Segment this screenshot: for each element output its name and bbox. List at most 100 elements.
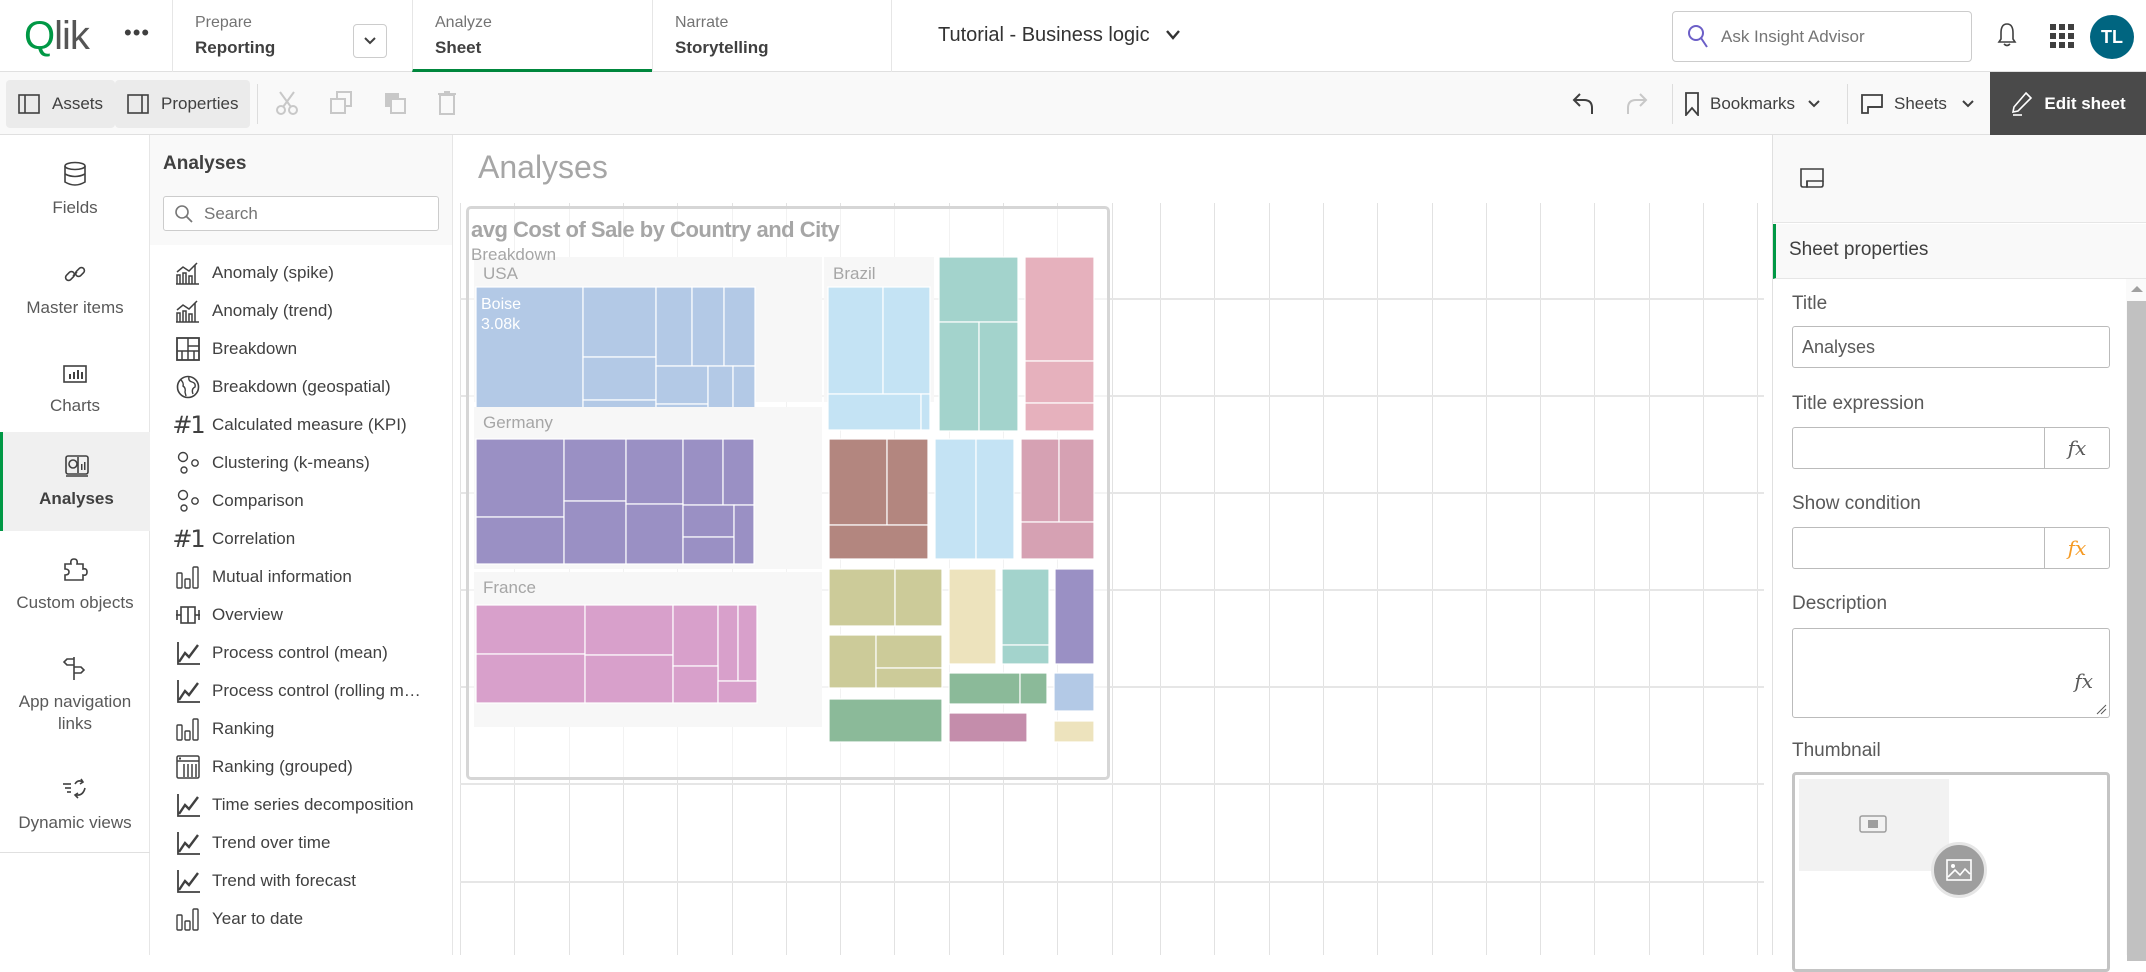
- treemap-cell-germany[interactable]: [475, 516, 565, 565]
- avatar[interactable]: TL: [2090, 15, 2134, 59]
- treemap-cell[interactable]: [828, 698, 943, 743]
- treemap-cell[interactable]: [828, 438, 888, 526]
- treemap-cell[interactable]: [828, 634, 877, 689]
- paste-button[interactable]: [382, 90, 408, 121]
- treemap-cell-france[interactable]: [584, 604, 674, 656]
- tab-analyze[interactable]: Analyze Sheet: [412, 0, 652, 72]
- analysis-item[interactable]: Trend with forecast: [175, 862, 445, 900]
- description-fx-button[interactable]: fx: [2074, 669, 2093, 693]
- treemap-cell-usa[interactable]: [691, 286, 725, 367]
- treemap-cell[interactable]: [1053, 672, 1095, 712]
- apps-menu-button[interactable]: [2050, 24, 2074, 53]
- treemap-cell-france[interactable]: [717, 680, 758, 704]
- treemap-cell-usa[interactable]: [655, 286, 693, 367]
- treemap-cell[interactable]: [978, 321, 1019, 432]
- title-expression-fx-button[interactable]: fx: [2044, 428, 2109, 468]
- app-title[interactable]: Tutorial - Business logic: [938, 24, 1181, 47]
- analysis-item[interactable]: Ranking: [175, 710, 445, 748]
- treemap-chart[interactable]: USA Boise 3.08k Germany France Brazil avg Cos…: [466, 206, 1110, 780]
- treemap-cell[interactable]: [875, 667, 943, 689]
- treemap-cell[interactable]: [1054, 568, 1095, 665]
- treemap-cell-germany[interactable]: [722, 438, 755, 506]
- treemap-cell-usa[interactable]: [582, 356, 657, 401]
- qlik-logo[interactable]: Qlik: [24, 14, 90, 59]
- sheets-button[interactable]: Sheets: [1860, 80, 1985, 128]
- assets-button[interactable]: Assets: [6, 80, 116, 128]
- treemap-cell[interactable]: [1058, 438, 1095, 523]
- treemap-cell-france[interactable]: [475, 604, 586, 655]
- analysis-item[interactable]: Ranking (grouped): [175, 748, 445, 786]
- treemap-cell[interactable]: [1001, 568, 1050, 646]
- treemap-cell-france[interactable]: [475, 653, 586, 704]
- treemap-cell[interactable]: [938, 321, 980, 432]
- treemap-cell-france[interactable]: [717, 604, 739, 682]
- treemap-cell[interactable]: [1001, 644, 1050, 665]
- analysis-item[interactable]: Mutual information: [175, 558, 445, 596]
- insight-advisor-input[interactable]: [1721, 26, 1951, 47]
- properties-scrollbar[interactable]: [2126, 279, 2146, 961]
- title-field[interactable]: [1792, 326, 2110, 368]
- treemap-cell[interactable]: [828, 568, 896, 627]
- rail-item-master-items[interactable]: Master items: [0, 245, 150, 335]
- prepare-dropdown-button[interactable]: [353, 24, 387, 58]
- cut-button[interactable]: [274, 90, 300, 121]
- treemap-cell[interactable]: [948, 672, 1021, 705]
- properties-button[interactable]: Properties: [115, 80, 251, 128]
- tab-narrate[interactable]: Narrate Storytelling: [652, 0, 892, 72]
- treemap-cell-france[interactable]: [584, 654, 674, 704]
- treemap-cell-france[interactable]: [737, 604, 758, 682]
- treemap-cell[interactable]: [894, 568, 943, 627]
- redo-button[interactable]: [1624, 90, 1650, 121]
- treemap-cell[interactable]: [828, 524, 929, 560]
- choose-thumbnail-button[interactable]: [1931, 842, 1987, 898]
- treemap-cell-germany[interactable]: [733, 504, 755, 565]
- treemap-cell[interactable]: [1024, 256, 1095, 362]
- treemap-cell[interactable]: [1019, 672, 1048, 705]
- sheet-properties-section[interactable]: Sheet properties: [1773, 224, 2146, 279]
- treemap-cell-brazil[interactable]: [920, 393, 931, 431]
- scroll-up-icon[interactable]: [2131, 286, 2143, 292]
- treemap-cell-france[interactable]: [672, 665, 719, 704]
- rail-item-analyses[interactable]: Analyses: [0, 432, 150, 531]
- analysis-item[interactable]: Process control (mean): [175, 634, 445, 672]
- thumbnail-box[interactable]: [1792, 772, 2110, 972]
- title-expression-input[interactable]: [1793, 437, 2043, 459]
- treemap-cell[interactable]: [1020, 521, 1095, 560]
- treemap-cell[interactable]: [1020, 438, 1060, 523]
- show-condition-fx-button[interactable]: fx: [2044, 528, 2109, 568]
- treemap-cell-germany[interactable]: [475, 438, 565, 518]
- analysis-item[interactable]: Breakdown: [175, 330, 445, 368]
- treemap-cell[interactable]: [934, 438, 977, 560]
- title-input[interactable]: [1793, 336, 2109, 358]
- treemap-cell[interactable]: [886, 438, 929, 526]
- analysis-item[interactable]: Year to date: [175, 900, 445, 938]
- edit-sheet-button[interactable]: Edit sheet: [1990, 72, 2146, 135]
- treemap-cell[interactable]: [948, 712, 1028, 743]
- analyses-search-input[interactable]: [204, 203, 424, 224]
- treemap-cell-brazil[interactable]: [827, 393, 922, 431]
- insight-advisor-search[interactable]: [1672, 11, 1972, 62]
- treemap-cell-brazil[interactable]: [827, 286, 884, 395]
- treemap-cell-usa[interactable]: [723, 286, 756, 367]
- analysis-item[interactable]: Anomaly (spike): [175, 254, 445, 292]
- treemap-cell-usa[interactable]: [655, 365, 709, 405]
- description-field[interactable]: fx: [1792, 628, 2110, 718]
- analysis-item[interactable]: Trend over time: [175, 824, 445, 862]
- analysis-item[interactable]: Anomaly (trend): [175, 292, 445, 330]
- treemap-cell-germany[interactable]: [625, 503, 684, 565]
- undo-button[interactable]: [1570, 90, 1596, 121]
- rail-item-app-navigation-links[interactable]: App navigation links: [0, 640, 150, 750]
- treemap-cell-france[interactable]: [672, 604, 719, 667]
- treemap-cell-germany[interactable]: [563, 438, 627, 502]
- rail-item-dynamic-views[interactable]: Dynamic views: [0, 760, 150, 850]
- title-expression-field[interactable]: fx: [1792, 427, 2110, 469]
- delete-button[interactable]: [436, 90, 458, 121]
- treemap-cell[interactable]: [1053, 720, 1095, 743]
- bookmarks-button[interactable]: Bookmarks: [1684, 80, 1831, 128]
- analysis-item[interactable]: #1 Correlation: [172, 520, 445, 558]
- notifications-button[interactable]: [1996, 22, 2018, 53]
- show-condition-input[interactable]: [1793, 537, 2043, 559]
- analysis-item[interactable]: Breakdown (geospatial): [175, 368, 445, 406]
- treemap-cell[interactable]: [938, 256, 1019, 323]
- rail-item-custom-objects[interactable]: Custom objects: [0, 540, 150, 630]
